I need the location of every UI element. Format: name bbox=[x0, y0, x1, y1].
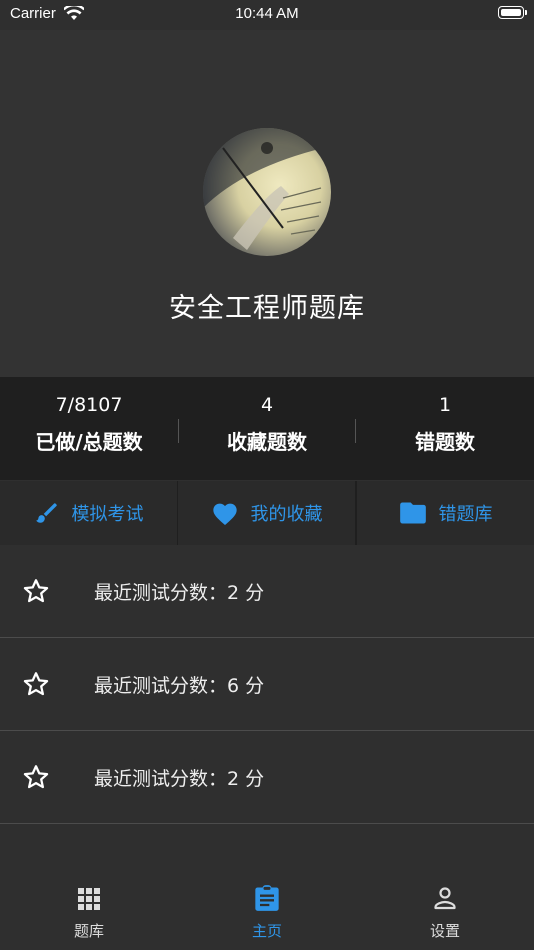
grid-icon bbox=[0, 888, 178, 910]
stat-label: 错题数 bbox=[415, 430, 475, 454]
tab-label: 题库 bbox=[73, 922, 104, 940]
action-label: 错题库 bbox=[438, 504, 493, 525]
action-label: 模拟考试 bbox=[71, 504, 144, 525]
mock-exam-button[interactable]: 模拟考试 bbox=[0, 481, 177, 545]
clock: 10:44 AM bbox=[235, 5, 299, 22]
star-icon[interactable] bbox=[22, 578, 50, 608]
status-bar: Carrier 10:44 AM bbox=[0, 0, 534, 30]
stat-done-total: 7/8107 已做/总题数 bbox=[0, 377, 178, 480]
my-favorites-button[interactable]: 我的收藏 bbox=[178, 481, 355, 545]
stat-label: 收藏题数 bbox=[227, 430, 307, 454]
score-text: 最近测试分数：6 分 bbox=[94, 675, 265, 697]
stat-value: 7/8107 bbox=[55, 394, 123, 416]
stat-value: 1 bbox=[438, 394, 452, 416]
page-title: 安全工程师题库 bbox=[169, 293, 365, 324]
heart-icon bbox=[211, 500, 239, 526]
stat-label: 已做/总题数 bbox=[35, 430, 143, 454]
tab-bar: 题库 主页 设置 bbox=[0, 868, 534, 950]
person-icon bbox=[356, 886, 534, 910]
stat-favorites: 4 收藏题数 bbox=[178, 377, 356, 480]
stat-value: 4 bbox=[260, 394, 274, 416]
battery-icon bbox=[498, 6, 527, 19]
tab-question-bank[interactable]: 题库 bbox=[0, 868, 178, 950]
clipboard-icon bbox=[178, 884, 356, 912]
tab-label: 主页 bbox=[251, 922, 282, 940]
tab-home[interactable]: 主页 bbox=[178, 868, 356, 950]
profile-header: 安全工程师题库 bbox=[0, 30, 534, 377]
stat-wrong: 1 错题数 bbox=[356, 377, 534, 480]
action-label: 我的收藏 bbox=[250, 504, 323, 525]
action-bar: 模拟考试 我的收藏 错题库 bbox=[0, 481, 534, 545]
stats-panel: 7/8107 已做/总题数 4 收藏题数 1 错题数 bbox=[0, 377, 534, 480]
score-list: 最近测试分数：2 分 最近测试分数：6 分 最近测试分数：2 分 bbox=[0, 545, 534, 824]
list-item[interactable]: 最近测试分数：6 分 bbox=[0, 638, 534, 731]
list-item[interactable]: 最近测试分数：2 分 bbox=[0, 545, 534, 638]
wrong-questions-button[interactable]: 错题库 bbox=[357, 481, 534, 545]
score-text: 最近测试分数：2 分 bbox=[94, 768, 265, 790]
star-icon[interactable] bbox=[22, 764, 50, 794]
folder-icon bbox=[399, 501, 427, 525]
score-text: 最近测试分数：2 分 bbox=[94, 582, 265, 604]
list-item[interactable]: 最近测试分数：2 分 bbox=[0, 731, 534, 824]
tab-label: 设置 bbox=[429, 922, 460, 940]
star-icon[interactable] bbox=[22, 671, 50, 701]
brush-icon bbox=[34, 500, 60, 526]
tab-settings[interactable]: 设置 bbox=[356, 868, 534, 950]
avatar[interactable] bbox=[203, 128, 331, 256]
